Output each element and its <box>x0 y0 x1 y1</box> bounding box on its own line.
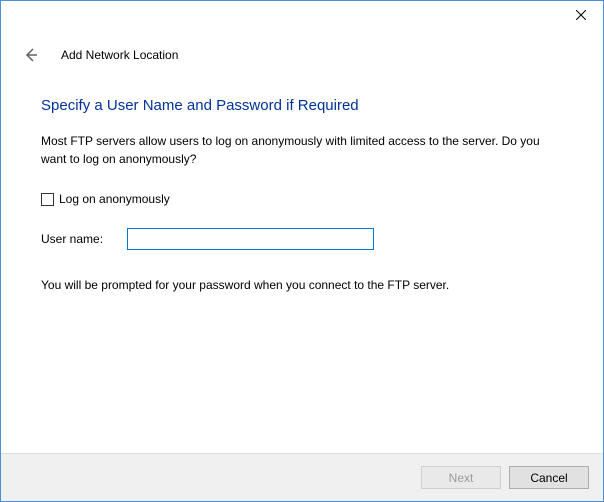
username-input[interactable] <box>127 228 374 250</box>
titlebar <box>1 1 603 35</box>
username-label: User name: <box>41 232 127 246</box>
anonymous-checkbox-label[interactable]: Log on anonymously <box>59 192 170 206</box>
back-arrow-icon <box>23 47 39 63</box>
content-area: Specify a User Name and Password if Requ… <box>1 69 603 453</box>
wizard-title: Add Network Location <box>61 48 178 62</box>
header-row: Add Network Location <box>1 41 603 69</box>
cancel-button[interactable]: Cancel <box>509 466 589 489</box>
next-button[interactable]: Next <box>421 466 501 489</box>
description-text: Most FTP servers allow users to log on a… <box>41 132 563 168</box>
page-heading: Specify a User Name and Password if Requ… <box>41 97 563 114</box>
back-button[interactable] <box>21 45 41 65</box>
username-row: User name: <box>41 228 563 250</box>
close-button[interactable] <box>559 1 603 29</box>
anonymous-checkbox-row: Log on anonymously <box>41 192 563 206</box>
password-note: You will be prompted for your password w… <box>41 278 563 292</box>
footer: Next Cancel <box>1 453 603 501</box>
close-icon <box>576 10 586 20</box>
anonymous-checkbox[interactable] <box>41 193 54 206</box>
wizard-window: Add Network Location Specify a User Name… <box>0 0 604 502</box>
